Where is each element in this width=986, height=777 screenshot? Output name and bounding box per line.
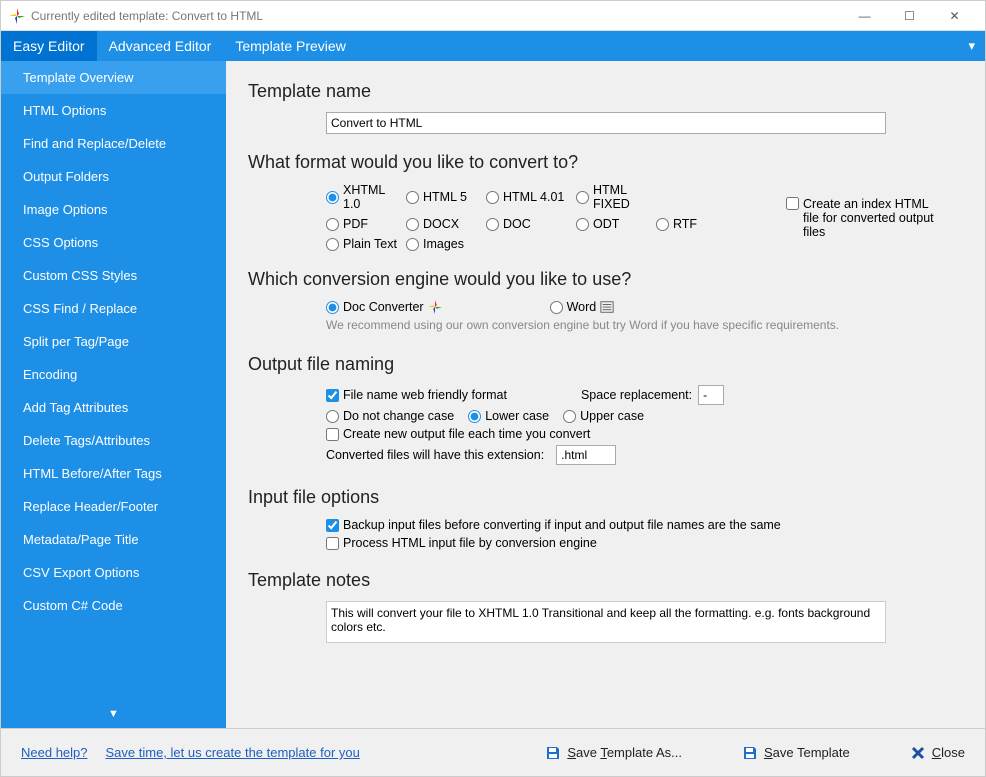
close-button[interactable]: Close bbox=[910, 745, 965, 761]
backup-checkbox[interactable]: Backup input files before converting if … bbox=[326, 518, 781, 532]
menubar-dropdown-icon[interactable]: ▾ bbox=[958, 31, 985, 61]
sidebar-item-image-options[interactable]: Image Options bbox=[1, 193, 226, 226]
web-friendly-checkbox[interactable]: File name web friendly format bbox=[326, 388, 507, 402]
space-replacement-input[interactable] bbox=[698, 385, 724, 405]
window-controls: — ☐ ✕ bbox=[842, 2, 977, 30]
format-rtf[interactable]: RTF bbox=[656, 217, 738, 231]
create-template-link[interactable]: Save time, let us create the template fo… bbox=[106, 745, 360, 760]
case-nochange[interactable]: Do not change case bbox=[326, 409, 454, 423]
tab-easy-editor[interactable]: Easy Editor bbox=[1, 31, 97, 61]
extension-label: Converted files will have this extension… bbox=[326, 448, 544, 462]
app-window: Currently edited template: Convert to HT… bbox=[0, 0, 986, 777]
space-replacement-label: Space replacement: bbox=[581, 388, 692, 402]
sidebar-item-metadata[interactable]: Metadata/Page Title bbox=[1, 523, 226, 556]
process-html-checkbox[interactable]: Process HTML input file by conversion en… bbox=[326, 536, 597, 550]
sidebar-item-split[interactable]: Split per Tag/Page bbox=[1, 325, 226, 358]
sidebar-item-replace-header[interactable]: Replace Header/Footer bbox=[1, 490, 226, 523]
sidebar-scroll-down-icon[interactable]: ▼ bbox=[1, 700, 226, 728]
footer: Need help? Save time, let us create the … bbox=[1, 728, 985, 776]
close-icon bbox=[910, 745, 926, 761]
save-icon bbox=[742, 745, 758, 761]
format-docx[interactable]: DOCX bbox=[406, 217, 478, 231]
app-logo-icon bbox=[9, 8, 25, 24]
content-area: Template name What format would you like… bbox=[226, 61, 985, 728]
sidebar-item-css-options[interactable]: CSS Options bbox=[1, 226, 226, 259]
format-options-grid: XHTML 1.0 HTML 5 HTML 4.01 HTML FIXED PD… bbox=[326, 183, 746, 251]
format-html5[interactable]: HTML 5 bbox=[406, 183, 478, 211]
format-images[interactable]: Images bbox=[406, 237, 478, 251]
docconverter-icon bbox=[428, 300, 442, 314]
case-upper[interactable]: Upper case bbox=[563, 409, 644, 423]
titlebar: Currently edited template: Convert to HT… bbox=[1, 1, 985, 31]
minimize-button[interactable]: — bbox=[842, 2, 887, 30]
format-xhtml10[interactable]: XHTML 1.0 bbox=[326, 183, 398, 211]
extension-input[interactable] bbox=[556, 445, 616, 465]
sidebar-item-css-find-replace[interactable]: CSS Find / Replace bbox=[1, 292, 226, 325]
sidebar-item-delete-tags[interactable]: Delete Tags/Attributes bbox=[1, 424, 226, 457]
heading-engine: Which conversion engine would you like t… bbox=[248, 269, 957, 290]
tab-template-preview[interactable]: Template Preview bbox=[223, 31, 358, 61]
menubar: Easy Editor Advanced Editor Template Pre… bbox=[1, 31, 985, 61]
format-pdf[interactable]: PDF bbox=[326, 217, 398, 231]
sidebar-item-before-after[interactable]: HTML Before/After Tags bbox=[1, 457, 226, 490]
word-icon bbox=[600, 300, 614, 314]
engine-word[interactable]: Word bbox=[550, 300, 615, 314]
format-plaintext[interactable]: Plain Text bbox=[326, 237, 398, 251]
sidebar-item-add-tag-attrs[interactable]: Add Tag Attributes bbox=[1, 391, 226, 424]
sidebar: Template Overview HTML Options Find and … bbox=[1, 61, 226, 728]
sidebar-item-html-options[interactable]: HTML Options bbox=[1, 94, 226, 127]
engine-docconverter[interactable]: Doc Converter bbox=[326, 300, 442, 314]
heading-format: What format would you like to convert to… bbox=[248, 152, 957, 173]
sidebar-item-template-overview[interactable]: Template Overview bbox=[1, 61, 226, 94]
sidebar-item-custom-csharp[interactable]: Custom C# Code bbox=[1, 589, 226, 622]
index-file-checkbox[interactable]: Create an index HTML file for converted … bbox=[786, 197, 946, 239]
save-icon bbox=[545, 745, 561, 761]
close-window-button[interactable]: ✕ bbox=[932, 2, 977, 30]
heading-input: Input file options bbox=[248, 487, 957, 508]
sidebar-item-output-folders[interactable]: Output Folders bbox=[1, 160, 226, 193]
format-doc[interactable]: DOC bbox=[486, 217, 568, 231]
body: Template Overview HTML Options Find and … bbox=[1, 61, 985, 728]
maximize-button[interactable]: ☐ bbox=[887, 2, 932, 30]
template-notes-textarea[interactable] bbox=[326, 601, 886, 643]
sidebar-item-encoding[interactable]: Encoding bbox=[1, 358, 226, 391]
format-odt[interactable]: ODT bbox=[576, 217, 648, 231]
case-lower[interactable]: Lower case bbox=[468, 409, 549, 423]
sidebar-item-csv-export[interactable]: CSV Export Options bbox=[1, 556, 226, 589]
window-title: Currently edited template: Convert to HT… bbox=[31, 9, 842, 23]
heading-template-name: Template name bbox=[248, 81, 957, 102]
heading-notes: Template notes bbox=[248, 570, 957, 591]
newfile-checkbox[interactable]: Create new output file each time you con… bbox=[326, 427, 590, 441]
template-name-input[interactable] bbox=[326, 112, 886, 134]
engine-hint: We recommend using our own conversion en… bbox=[326, 318, 957, 332]
save-template-button[interactable]: Save Template bbox=[742, 745, 850, 761]
format-html401[interactable]: HTML 4.01 bbox=[486, 183, 568, 211]
format-htmlfixed[interactable]: HTML FIXED bbox=[576, 183, 648, 211]
sidebar-item-find-replace[interactable]: Find and Replace/Delete bbox=[1, 127, 226, 160]
tab-advanced-editor[interactable]: Advanced Editor bbox=[97, 31, 224, 61]
sidebar-item-custom-css[interactable]: Custom CSS Styles bbox=[1, 259, 226, 292]
save-template-as-button[interactable]: Save Template As... bbox=[545, 745, 682, 761]
need-help-link[interactable]: Need help? bbox=[21, 745, 88, 760]
heading-naming: Output file naming bbox=[248, 354, 957, 375]
